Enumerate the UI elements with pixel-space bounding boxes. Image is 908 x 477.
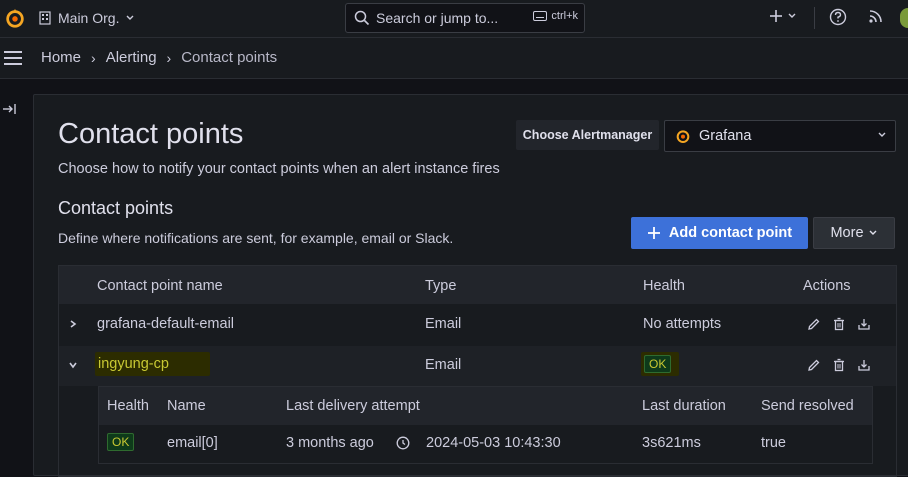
table-header: Contact point name Type Health Actions <box>59 266 896 304</box>
search-placeholder: Search or jump to... <box>376 10 499 26</box>
breadcrumb-current: Contact points <box>181 49 278 66</box>
help-button[interactable] <box>829 8 847 26</box>
integration-name: email[0] <box>167 435 218 451</box>
keyboard-icon <box>533 11 548 21</box>
row-actions <box>807 358 871 372</box>
section-description: Define where notifications are sent, for… <box>58 230 454 246</box>
org-switcher[interactable]: Main Org. <box>38 8 135 28</box>
contact-point-name: grafana-default-email <box>97 316 235 332</box>
delete-icon[interactable] <box>832 317 846 331</box>
status-badge: OK <box>107 433 135 451</box>
details-header-duration: Last duration <box>642 398 726 414</box>
contact-point-type: Email <box>425 316 462 332</box>
shortcut-hint: ctrl+k <box>525 10 578 22</box>
chevron-down-icon <box>878 132 886 137</box>
chevron-down-icon[interactable] <box>67 358 79 372</box>
section-title: Contact points <box>58 198 174 218</box>
table-row[interactable]: grafana-default-email Email No attempts <box>59 305 896 345</box>
contact-point-name-highlight: ingyung-cp <box>95 352 210 376</box>
edit-icon[interactable] <box>807 317 821 331</box>
contact-point-name: ingyung-cp <box>98 356 169 372</box>
chevron-down-icon <box>126 15 134 20</box>
chevron-down-icon <box>869 230 877 235</box>
news-button[interactable] <box>868 8 884 24</box>
breadcrumb-alerting[interactable]: Alerting <box>106 49 157 66</box>
breadcrumb-bar: Home › Alerting › Contact points <box>0 38 908 79</box>
details-header-health: Health <box>107 398 149 414</box>
details-header: Health Name Last delivery attempt Last d… <box>99 387 872 425</box>
divider <box>814 7 815 29</box>
integration-details-table: Health Name Last delivery attempt Last d… <box>98 386 873 464</box>
page-title: Contact points <box>58 118 244 150</box>
more-button[interactable]: More <box>813 217 895 249</box>
header-actions: Actions <box>803 278 851 294</box>
edit-icon[interactable] <box>807 358 821 372</box>
status-badge: OK <box>644 355 672 373</box>
header-name: Contact point name <box>97 278 223 294</box>
plus-icon <box>770 10 782 22</box>
breadcrumb-separator: › <box>166 49 172 66</box>
chevron-right-icon[interactable] <box>67 317 79 331</box>
grafana-logo-icon <box>676 130 690 143</box>
new-menu-button[interactable] <box>768 8 797 24</box>
add-contact-point-label: Add contact point <box>668 225 793 241</box>
shortcut-text: ctrl+k <box>551 10 578 22</box>
export-icon[interactable] <box>857 317 871 331</box>
menu-icon[interactable] <box>4 51 22 65</box>
table-row[interactable]: ingyung-cp Email OK <box>59 346 896 386</box>
alertmanager-select[interactable]: Grafana <box>664 120 896 152</box>
grafana-logo-icon[interactable] <box>4 6 26 30</box>
breadcrumb: Home › Alerting › Contact points <box>41 49 277 66</box>
row-actions <box>807 317 871 331</box>
details-header-last-attempt: Last delivery attempt <box>286 398 420 414</box>
last-duration: 3s621ms <box>642 435 701 451</box>
add-contact-point-button[interactable]: Add contact point <box>631 217 808 249</box>
alertmanager-label: Choose Alertmanager <box>516 120 659 150</box>
top-bar: Main Org. Search or jump to... ctrl+k <box>0 0 908 38</box>
alertmanager-value: Grafana <box>699 128 752 144</box>
breadcrumb-home[interactable]: Home <box>41 49 81 66</box>
dock-menu-icon[interactable] <box>2 101 18 117</box>
page-subtitle: Choose how to notify your contact points… <box>58 161 500 177</box>
details-header-send-resolved: Send resolved <box>761 398 854 414</box>
left-rail <box>0 79 30 467</box>
org-name: Main Org. <box>58 10 120 26</box>
search-input[interactable]: Search or jump to... ctrl+k <box>345 3 585 33</box>
last-attempt-time: 2024-05-03 10:43:30 <box>426 435 561 451</box>
last-attempt-relative: 3 months ago <box>286 435 374 451</box>
export-icon[interactable] <box>857 358 871 372</box>
delete-icon[interactable] <box>832 358 846 372</box>
building-icon <box>39 11 51 25</box>
header-type: Type <box>425 278 457 294</box>
search-icon <box>354 10 370 26</box>
header-health: Health <box>643 278 685 294</box>
rss-icon <box>869 10 882 23</box>
breadcrumb-separator: › <box>91 49 96 66</box>
details-header-name: Name <box>167 398 206 414</box>
send-resolved: true <box>761 435 786 451</box>
plus-icon <box>647 227 660 239</box>
chevron-down-icon <box>788 13 796 18</box>
avatar[interactable] <box>900 8 908 28</box>
health-highlight: OK <box>641 352 679 376</box>
contact-points-table: Contact point name Type Health Actions g… <box>58 265 897 477</box>
clock-icon <box>396 436 410 450</box>
contact-point-type: Email <box>425 357 462 373</box>
more-label: More <box>830 225 864 241</box>
contact-point-health: No attempts <box>643 316 722 332</box>
help-icon <box>829 8 847 26</box>
